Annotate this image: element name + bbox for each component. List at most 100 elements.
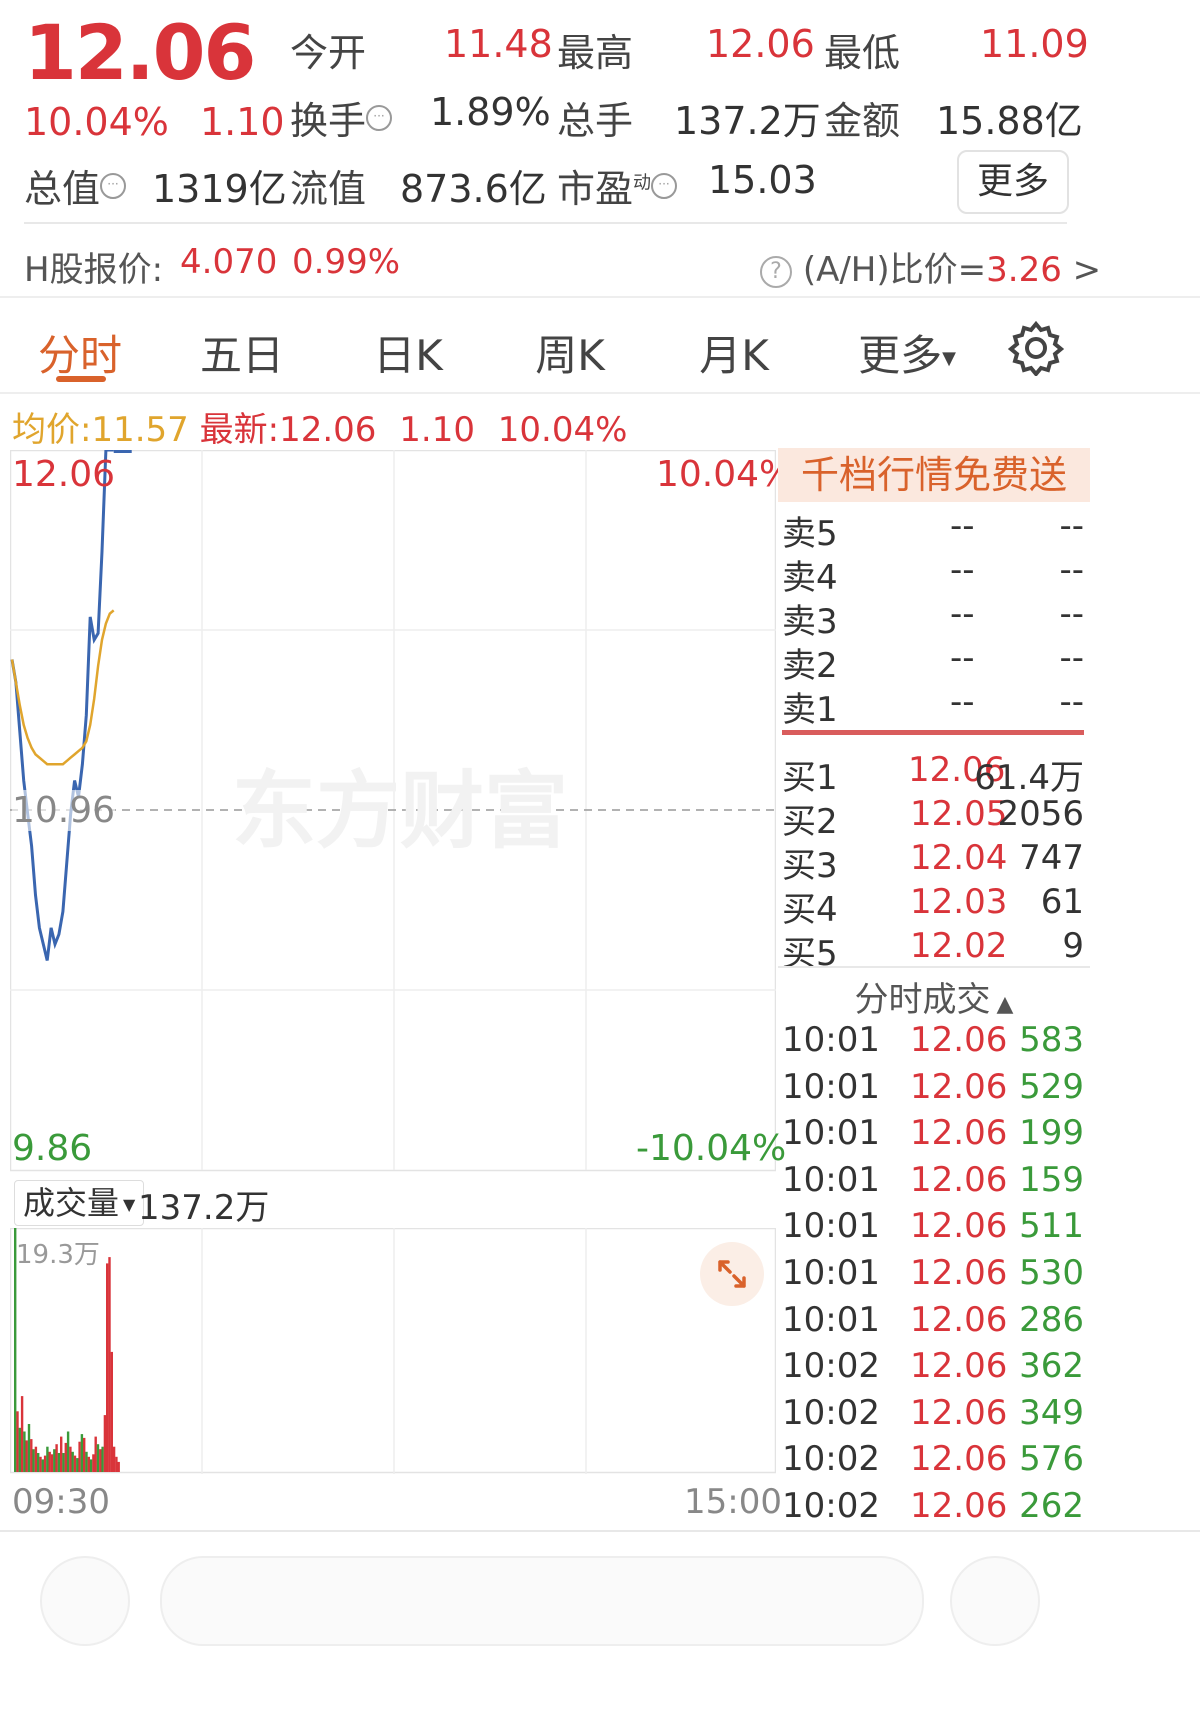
- volume-bar: [76, 1458, 79, 1472]
- last-value: 12.06: [279, 410, 377, 450]
- trade-volume: 576: [1019, 1439, 1084, 1480]
- order-label: 卖2: [782, 646, 838, 686]
- order-label: 买3: [782, 846, 838, 886]
- low-value: 11.09: [980, 22, 1089, 66]
- expand-arrows-icon[interactable]: [700, 1242, 764, 1306]
- active-tab-underline: [56, 376, 106, 382]
- trade-time: 10:01: [782, 1020, 880, 1060]
- mktcap-label-text: 总值: [24, 167, 101, 211]
- change-amount: 1.10: [200, 100, 285, 144]
- bottom-avatar-button[interactable]: [40, 1556, 130, 1646]
- caret-down-icon: ▼: [942, 348, 956, 369]
- trade-price: 12.06: [910, 1206, 1008, 1247]
- level2-banner[interactable]: 千档行情免费送: [778, 448, 1090, 502]
- avg-value: 11.57: [91, 410, 189, 450]
- volume-bar: [92, 1454, 95, 1472]
- trade-volume: 529: [1019, 1066, 1084, 1107]
- pe-label[interactable]: 市盈动 ···: [557, 158, 678, 213]
- intraday-price-chart[interactable]: 东方财富: [10, 450, 776, 1172]
- order-price: 12.05: [910, 794, 1008, 834]
- trade-price: 12.06: [910, 1299, 1008, 1340]
- time-start: 09:30: [12, 1482, 110, 1522]
- volume-bar: [20, 1396, 24, 1472]
- volume-max-label: 19.3万: [16, 1240, 100, 1270]
- volume-bar: [60, 1436, 63, 1472]
- more-stats-button[interactable]: 更多: [957, 150, 1069, 214]
- trade-row: 10:01 12.06 511: [782, 1206, 1084, 1252]
- volume-bar: [57, 1453, 61, 1472]
- period-tabs: 分时 五日 日K 周K 月K 更多▼: [0, 320, 1200, 390]
- bottom-action-button[interactable]: [950, 1556, 1040, 1646]
- volume-bar: [48, 1451, 51, 1472]
- y-bottom-price: 9.86: [12, 1128, 93, 1169]
- volume-total: 137.2万: [138, 1188, 270, 1228]
- question-circle-icon[interactable]: ?: [760, 255, 792, 288]
- volume-bar: [37, 1453, 40, 1472]
- volume-bar: [80, 1434, 84, 1472]
- high-value: 12.06: [706, 22, 815, 66]
- avg-label: 均价:: [12, 410, 92, 450]
- mktcap-label[interactable]: 总值 ···: [24, 158, 127, 213]
- tab-more-label: 更多: [858, 331, 943, 380]
- volume-bar: [16, 1411, 19, 1472]
- trade-time: 10:02: [782, 1486, 880, 1526]
- turnover-value: 1.89%: [430, 90, 551, 134]
- ah-ratio-link[interactable]: ? (A/H)比价=3.26 >: [760, 242, 1101, 291]
- float-label: 流值: [290, 167, 367, 211]
- tab-more[interactable]: 更多▼: [852, 322, 962, 383]
- volume-indicator-selector[interactable]: 成交量 ▼: [14, 1180, 145, 1226]
- y-bottom-pct: -10.04%: [636, 1128, 787, 1169]
- y-top-price: 12.06: [12, 454, 116, 495]
- volume-bar: [108, 1257, 111, 1472]
- last-label: 最新:: [199, 410, 280, 450]
- trades-header[interactable]: 分时成交 ▲: [778, 972, 1090, 1021]
- more-dots-icon[interactable]: ···: [100, 173, 127, 200]
- more-dots-icon[interactable]: ···: [651, 173, 678, 200]
- turnover-label[interactable]: 换手 ···: [290, 90, 393, 145]
- trade-time: 10:02: [782, 1346, 880, 1387]
- volume-bar: [87, 1456, 90, 1472]
- time-end: 15:00: [684, 1482, 782, 1522]
- hshare-label: H股报价:: [24, 250, 164, 290]
- trade-time: 10:01: [782, 1066, 880, 1107]
- tab-divider: [0, 392, 1200, 394]
- more-dots-icon[interactable]: ···: [366, 105, 393, 132]
- trades-header-label: 分时成交: [854, 980, 991, 1020]
- volume-bar: [41, 1459, 44, 1472]
- volume-bar: [66, 1431, 70, 1472]
- tab-weekly-k[interactable]: 周K: [510, 322, 630, 383]
- trade-price: 12.06: [910, 1439, 1008, 1480]
- caret-up-icon: ▲: [996, 992, 1014, 1017]
- tab-intraday[interactable]: 分时: [20, 322, 140, 383]
- open-value: 11.48: [444, 22, 553, 66]
- ah-ratio-label: (A/H)比价=: [802, 250, 987, 290]
- order-price: 12.04: [910, 838, 1008, 878]
- bottom-comment-input[interactable]: [160, 1556, 924, 1646]
- volume-bar: [73, 1455, 77, 1472]
- volume-value: 137.2万: [674, 99, 821, 143]
- legend-change-pct: 10.04%: [497, 410, 628, 450]
- caret-down-icon: ▼: [123, 1195, 136, 1214]
- tab-five-day[interactable]: 五日: [182, 322, 302, 383]
- volume-bar: [53, 1449, 56, 1472]
- volume-bar: [106, 1263, 109, 1472]
- trade-time: 10:02: [782, 1439, 880, 1480]
- volume-bar: [110, 1351, 113, 1472]
- trade-list[interactable]: 10:01 12.06 583 10:01 12.06 529 10:01 12.06 199 1…: [782, 1020, 1084, 1530]
- pe-sup: 动: [633, 172, 652, 194]
- y-top-pct: 10.04%: [656, 454, 794, 495]
- trade-row: 10:02 12.06 349: [782, 1393, 1084, 1439]
- gear-icon[interactable]: [1007, 320, 1065, 378]
- trade-price: 12.06: [910, 1253, 1008, 1293]
- tab-monthly-k[interactable]: 月K: [674, 322, 794, 383]
- ah-ratio-value: 3.26: [986, 250, 1062, 290]
- order-price: --: [950, 594, 975, 634]
- volume-bar: [55, 1444, 58, 1472]
- order-volume: --: [1059, 594, 1084, 634]
- volume-bar: [103, 1415, 107, 1472]
- volume-chart[interactable]: [10, 1228, 776, 1474]
- trade-price: 12.06: [910, 1346, 1008, 1387]
- tab-daily-k[interactable]: 日K: [348, 322, 468, 383]
- order-volume: 61.4万: [974, 758, 1084, 798]
- volume-bar: [78, 1441, 81, 1472]
